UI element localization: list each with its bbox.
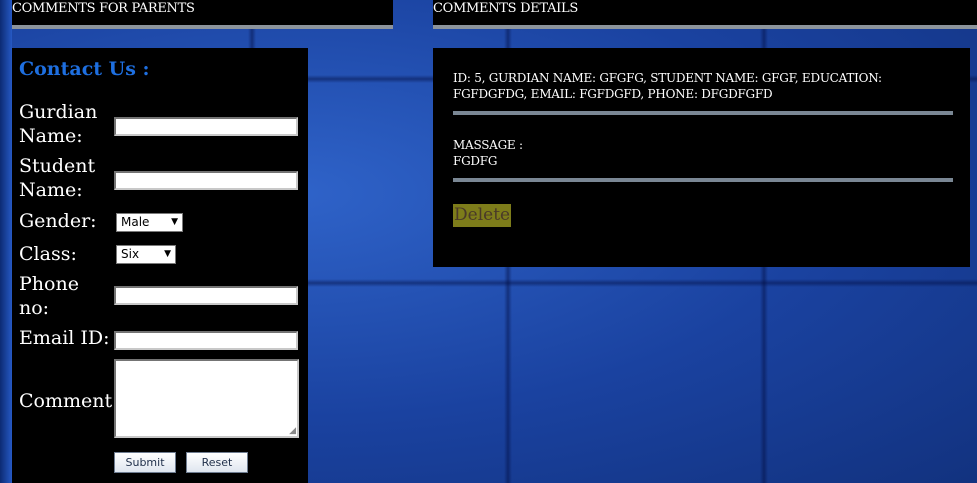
reset-button[interactable]: Reset [186, 452, 248, 473]
gender-selected-value: Male [121, 215, 150, 229]
message-divider [453, 178, 953, 182]
class-select[interactable]: Six ▼ [116, 245, 176, 264]
phone-label-line1: Phone [19, 273, 79, 295]
student-name-input[interactable] [114, 171, 298, 190]
phone-input[interactable] [114, 286, 298, 305]
student-name-label-line2: Name: [19, 179, 83, 201]
comment-info-text: ID: 5, GURDIAN NAME: GFGFG, STUDENT NAME… [453, 71, 882, 101]
student-name-label-line1: Student [19, 155, 96, 177]
comment-details-panel: ID: 5, GURDIAN NAME: GFGFG, STUDENT NAME… [433, 48, 970, 267]
dropdown-arrow-icon: ▼ [164, 249, 171, 259]
comments-for-parents-title: COMMENTS FOR PARENTS [12, 1, 195, 16]
comment-label: Comment [19, 390, 113, 412]
left-edge-strip [0, 0, 12, 483]
student-name-label: Student Name: [19, 154, 95, 202]
comments-for-parents-header: COMMENTS FOR PARENTS [12, 0, 393, 29]
guardian-name-label-line1: Gurdian [19, 101, 98, 123]
class-label: Class: [19, 243, 77, 265]
submit-button[interactable]: Submit [114, 452, 176, 473]
guardian-name-label: Gurdian Name: [19, 100, 97, 148]
info-divider [453, 111, 953, 115]
guardian-name-label-line2: Name: [19, 125, 83, 147]
class-selected-value: Six [121, 247, 140, 261]
comment-textarea[interactable]: ◢ [114, 359, 299, 438]
message-value: FGDFG [453, 154, 498, 168]
email-label: Email ID: [19, 327, 110, 349]
guardian-name-input[interactable] [114, 117, 298, 136]
gender-label: Gender: [19, 210, 97, 232]
email-input[interactable] [114, 331, 298, 350]
resize-grip-icon[interactable]: ◢ [289, 427, 296, 436]
comments-details-header: COMMENTS DETAILS [433, 0, 977, 29]
phone-label-line2: no: [19, 297, 50, 319]
comments-details-title: COMMENTS DETAILS [433, 1, 578, 16]
message-label: MASSAGE : [453, 138, 523, 152]
gender-select[interactable]: Male ▼ [116, 213, 183, 232]
dropdown-arrow-icon: ▼ [171, 217, 178, 227]
delete-button[interactable]: Delete [453, 204, 512, 227]
phone-label: Phone no: [19, 272, 79, 320]
contact-form-title: Contact Us : [19, 58, 150, 80]
contact-form-panel: Contact Us : Gurdian Name: Student Name:… [12, 48, 308, 483]
